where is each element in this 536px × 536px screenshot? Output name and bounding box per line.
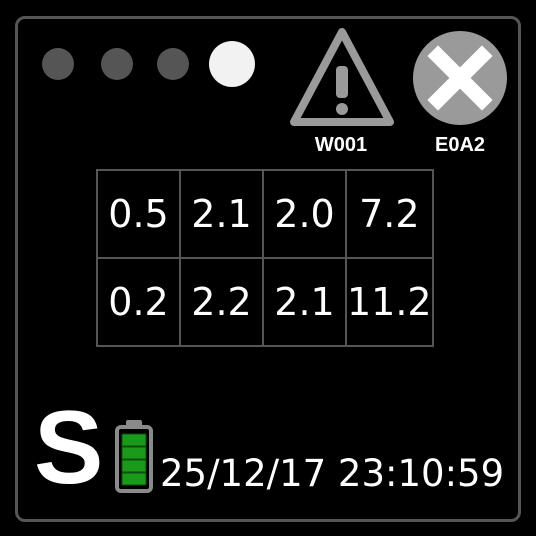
indicator-led-4 — [209, 41, 255, 87]
reading-cell: 0.5 — [96, 169, 181, 259]
table-row: 0.5 2.1 2.0 7.2 — [96, 169, 434, 259]
warning-code: W001 — [314, 134, 368, 156]
battery-icon — [113, 418, 157, 498]
warning-triangle-icon — [286, 24, 398, 134]
reading-cell: 2.0 — [262, 169, 347, 259]
reading-cell: 11.2 — [345, 257, 434, 347]
error-x-icon — [410, 28, 510, 132]
indicator-led-2 — [101, 48, 133, 80]
reading-cell: 2.2 — [179, 257, 264, 347]
reading-cell: 2.1 — [262, 257, 347, 347]
indicator-led-3 — [157, 48, 189, 80]
reading-cell: 7.2 — [345, 169, 434, 259]
reading-cell: 0.2 — [96, 257, 181, 347]
mode-indicator: S — [34, 390, 104, 506]
error-code: E0A2 — [434, 134, 486, 156]
datetime-display: 25/12/17 23:10:59 — [160, 452, 505, 495]
indicator-led-1 — [42, 48, 74, 80]
readings-table: 0.5 2.1 2.0 7.2 0.2 2.2 2.1 11.2 — [96, 169, 434, 347]
table-row: 0.2 2.2 2.1 11.2 — [96, 257, 434, 347]
reading-cell: 2.1 — [179, 169, 264, 259]
